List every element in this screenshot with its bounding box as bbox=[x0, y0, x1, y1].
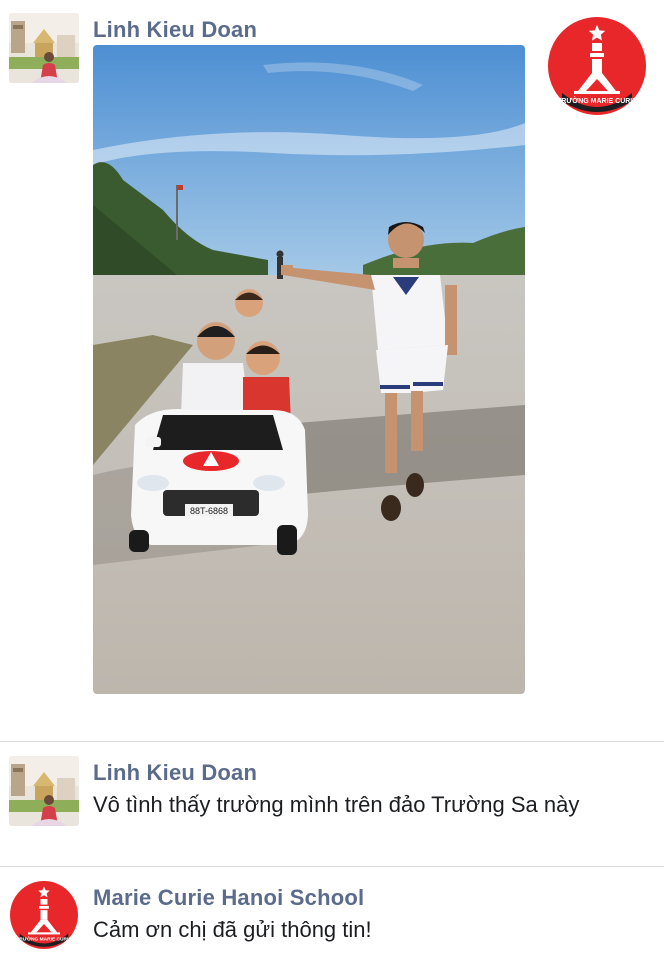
photo-attachment[interactable]: 88T-6868 bbox=[93, 45, 525, 694]
sender-name[interactable]: Linh Kieu Doan bbox=[93, 760, 257, 786]
school-logo-icon: TRƯỜNG MARIE CURIE bbox=[548, 17, 646, 115]
photo-image: 88T-6868 bbox=[93, 45, 525, 694]
school-logo-text: TRƯỜNG MARIE CURIE bbox=[557, 96, 637, 105]
car-plate-text: 88T-6868 bbox=[190, 506, 228, 516]
message-2: Linh Kieu Doan Vô tình thấy trường mình … bbox=[0, 742, 664, 866]
school-logo-icon: TRƯỜNG MARIE CURIE bbox=[10, 881, 78, 949]
sender-name[interactable]: Linh Kieu Doan bbox=[93, 17, 257, 43]
message-3: TRƯỜNG MARIE CURIE Marie Curie Hanoi Sch… bbox=[0, 867, 664, 960]
message-1: Linh Kieu Doan TRƯỜNG MARIE CURIE 88T-68… bbox=[0, 0, 664, 735]
school-avatar[interactable]: TRƯỜNG MARIE CURIE bbox=[10, 881, 78, 949]
message-text: Cảm ơn chị đã gửi thông tin! bbox=[93, 917, 372, 942]
user-avatar[interactable] bbox=[9, 13, 79, 83]
user-photo-avatar-icon bbox=[9, 13, 79, 83]
sender-name[interactable]: Marie Curie Hanoi School bbox=[93, 885, 364, 911]
user-photo-avatar-icon bbox=[9, 756, 79, 826]
school-logo-badge: TRƯỜNG MARIE CURIE bbox=[548, 17, 646, 115]
message-text: Vô tình thấy trường mình trên đảo Trường… bbox=[93, 792, 580, 817]
user-avatar[interactable] bbox=[9, 756, 79, 826]
